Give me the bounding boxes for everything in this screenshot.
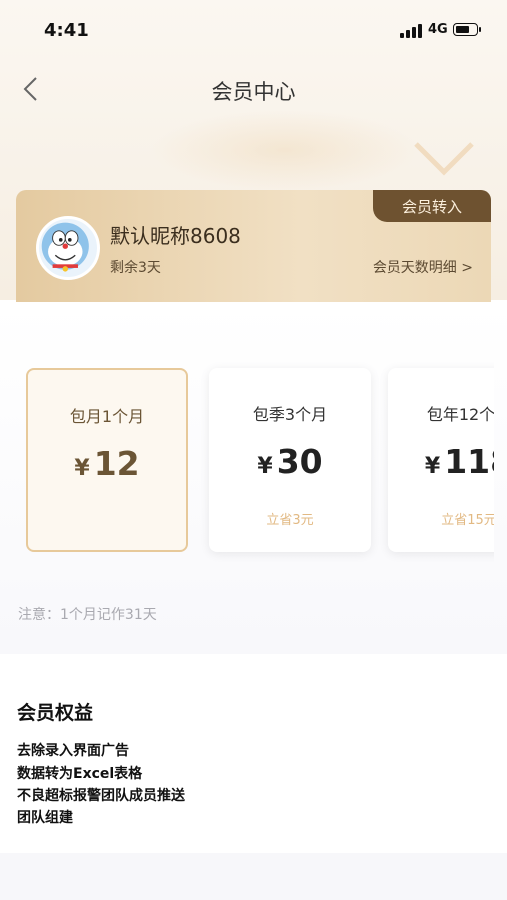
plans-scroll[interactable]: 包月1个月 ¥12 包季3个月 ¥30 立省3元 包年12个月 ¥118 立省1… [0,302,494,654]
network-type: 4G [428,22,448,37]
plan-name: 包季3个月 [252,405,328,424]
benefit-item: 团队组建 [17,810,73,826]
plan-card-yearly[interactable]: 包年12个月 ¥118 立省15元 [388,368,494,552]
nickname: 默认昵称8608 [110,224,241,248]
benefits-title: 会员权益 [17,702,94,724]
watermark-decoration [150,110,420,190]
status-time: 4:41 [44,20,89,41]
plan-note: 注意：1个月记作31天 [18,607,157,623]
page-title: 会员中心 [211,80,296,104]
signal-icon [400,22,424,38]
battery-icon [453,23,481,36]
plan-name: 包年12个月 [426,405,494,424]
avatar[interactable] [36,216,100,280]
member-days-detail-link[interactable]: 会员天数明细 > [373,257,473,277]
benefit-item: 不良超标报警团队成员推送 [17,788,185,804]
bottom-area [0,853,507,900]
member-card: 会员转入 默认昵称8608 剩余3天 会员天数明细 > [16,190,491,302]
plan-price: ¥12 [74,444,140,483]
benefit-item: 数据转为Excel表格 [17,766,143,782]
chevron-down-decoration-icon [414,142,474,176]
plan-name: 包月1个月 [69,407,145,426]
plan-savings: 立省3元 [266,513,314,528]
plans-section: 包月1个月 ¥12 包季3个月 ¥30 立省3元 包年12个月 ¥118 立省1… [0,302,507,654]
plan-card-quarterly[interactable]: 包季3个月 ¥30 立省3元 [209,368,371,552]
status-bar: 4:41 4G [0,0,507,60]
plan-card-monthly[interactable]: 包月1个月 ¥12 [26,368,188,552]
remaining-days: 剩余3天 [110,260,161,276]
avatar-doraemon-icon [41,222,89,272]
member-transfer-button[interactable]: 会员转入 [373,190,491,222]
plan-price: ¥118 [424,442,494,481]
benefit-item: 去除录入界面广告 [17,743,129,759]
plan-savings: 立省15元 [441,513,494,528]
plan-price: ¥30 [257,442,323,481]
benefits-section: 会员权益 去除录入界面广告 数据转为Excel表格 不良超标报警团队成员推送 团… [0,668,507,853]
